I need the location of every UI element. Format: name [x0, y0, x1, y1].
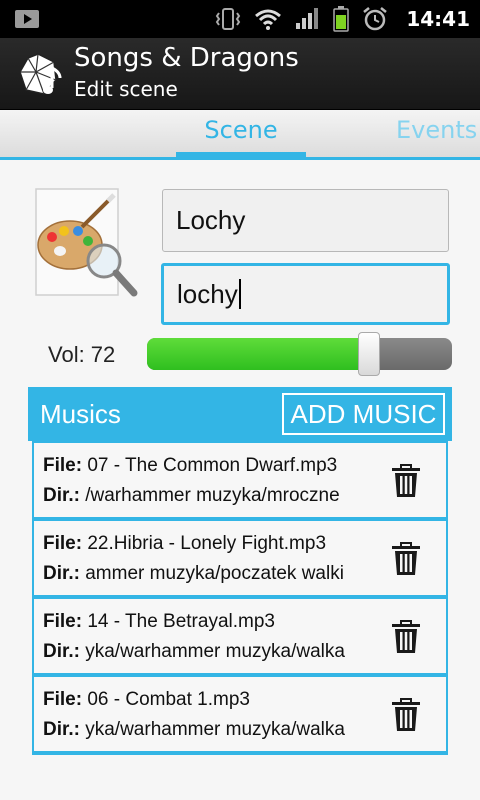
musics-header: Musics ADD MUSIC: [28, 387, 452, 441]
dir-label: Dir.:: [43, 485, 80, 506]
notification-icon[interactable]: [14, 9, 40, 29]
scene-image-icon[interactable]: [30, 185, 142, 303]
music-item[interactable]: File: 06 - Combat 1.mp3 Dir.: yka/warham…: [34, 677, 446, 751]
music-list: File: 07 - The Common Dwarf.mp3 Dir.: /w…: [32, 441, 448, 755]
status-bar: 14:41: [0, 0, 480, 38]
dir-label: Dir.:: [43, 641, 80, 662]
tab-scene[interactable]: Scene: [176, 116, 306, 144]
status-time: 14:41: [406, 7, 470, 31]
music-file-name: 22.Hibria - Lonely Fight.mp3: [87, 533, 327, 554]
trash-icon[interactable]: [390, 542, 422, 576]
file-label: File:: [43, 611, 83, 632]
trash-icon[interactable]: [390, 620, 422, 654]
tab-events[interactable]: Events: [396, 116, 477, 144]
music-file-name: 14 - The Betrayal.mp3: [87, 611, 275, 632]
scene-name-field[interactable]: Lochy: [162, 189, 449, 252]
scene-name-value: Lochy: [176, 205, 246, 235]
vibrate-icon: [214, 7, 242, 31]
scene-tag-value: lochy: [177, 278, 238, 309]
status-icons: [214, 6, 388, 32]
tab-bar: Scene Events: [0, 110, 480, 160]
music-dir-path: yka/warhammer muzyka/walka: [85, 719, 345, 740]
music-item[interactable]: File: 22.Hibria - Lonely Fight.mp3 Dir.:…: [34, 521, 446, 595]
music-file-name: 07 - The Common Dwarf.mp3: [87, 455, 338, 476]
scene-tag-field[interactable]: lochy: [161, 263, 450, 325]
music-file-line: File: 07 - The Common Dwarf.mp3: [43, 455, 377, 477]
volume-fill: [147, 338, 367, 370]
volume-slider-thumb[interactable]: [358, 332, 380, 376]
app-title: Songs & Dragons: [74, 43, 299, 73]
music-item[interactable]: File: 07 - The Common Dwarf.mp3 Dir.: /w…: [34, 443, 446, 517]
music-file-line: File: 14 - The Betrayal.mp3: [43, 611, 377, 633]
alarm-icon: [362, 6, 388, 32]
music-dir-line: Dir.: yka/warhammer muzyka/walka: [43, 719, 377, 741]
battery-icon: [332, 6, 350, 32]
dir-label: Dir.:: [43, 719, 80, 740]
music-file-name: 06 - Combat 1.mp3: [87, 689, 250, 710]
file-label: File:: [43, 533, 83, 554]
music-dir-path: yka/warhammer muzyka/walka: [85, 641, 345, 662]
action-bar: Songs & Dragons Edit scene: [0, 38, 480, 110]
music-file-line: File: 22.Hibria - Lonely Fight.mp3: [43, 533, 377, 555]
musics-title: Musics: [40, 399, 121, 429]
tab-selected-indicator: [176, 152, 306, 158]
trash-icon[interactable]: [390, 698, 422, 732]
music-item[interactable]: File: 14 - The Betrayal.mp3 Dir.: yka/wa…: [34, 599, 446, 673]
music-dir-line: Dir.: /warhammer muzyka/mroczne: [43, 485, 377, 507]
file-label: File:: [43, 689, 83, 710]
music-dir-line: Dir.: yka/warhammer muzyka/walka: [43, 641, 377, 663]
music-dir-path: ammer muzyka/poczatek walki: [85, 563, 344, 584]
file-label: File:: [43, 455, 83, 476]
signal-icon: [294, 7, 320, 31]
wifi-icon: [254, 7, 282, 31]
add-music-button[interactable]: ADD MUSIC: [282, 393, 445, 435]
music-dir-line: Dir.: ammer muzyka/poczatek walki: [43, 563, 377, 585]
volume-slider[interactable]: [147, 338, 452, 370]
dir-label: Dir.:: [43, 563, 80, 584]
app-logo-icon[interactable]: [16, 50, 66, 100]
music-dir-path: /warhammer muzyka/mroczne: [85, 485, 340, 506]
screen-subtitle: Edit scene: [74, 77, 178, 101]
trash-icon[interactable]: [390, 464, 422, 498]
music-file-line: File: 06 - Combat 1.mp3: [43, 689, 377, 711]
volume-label: Vol: 72: [48, 342, 116, 367]
text-caret: [238, 279, 241, 309]
